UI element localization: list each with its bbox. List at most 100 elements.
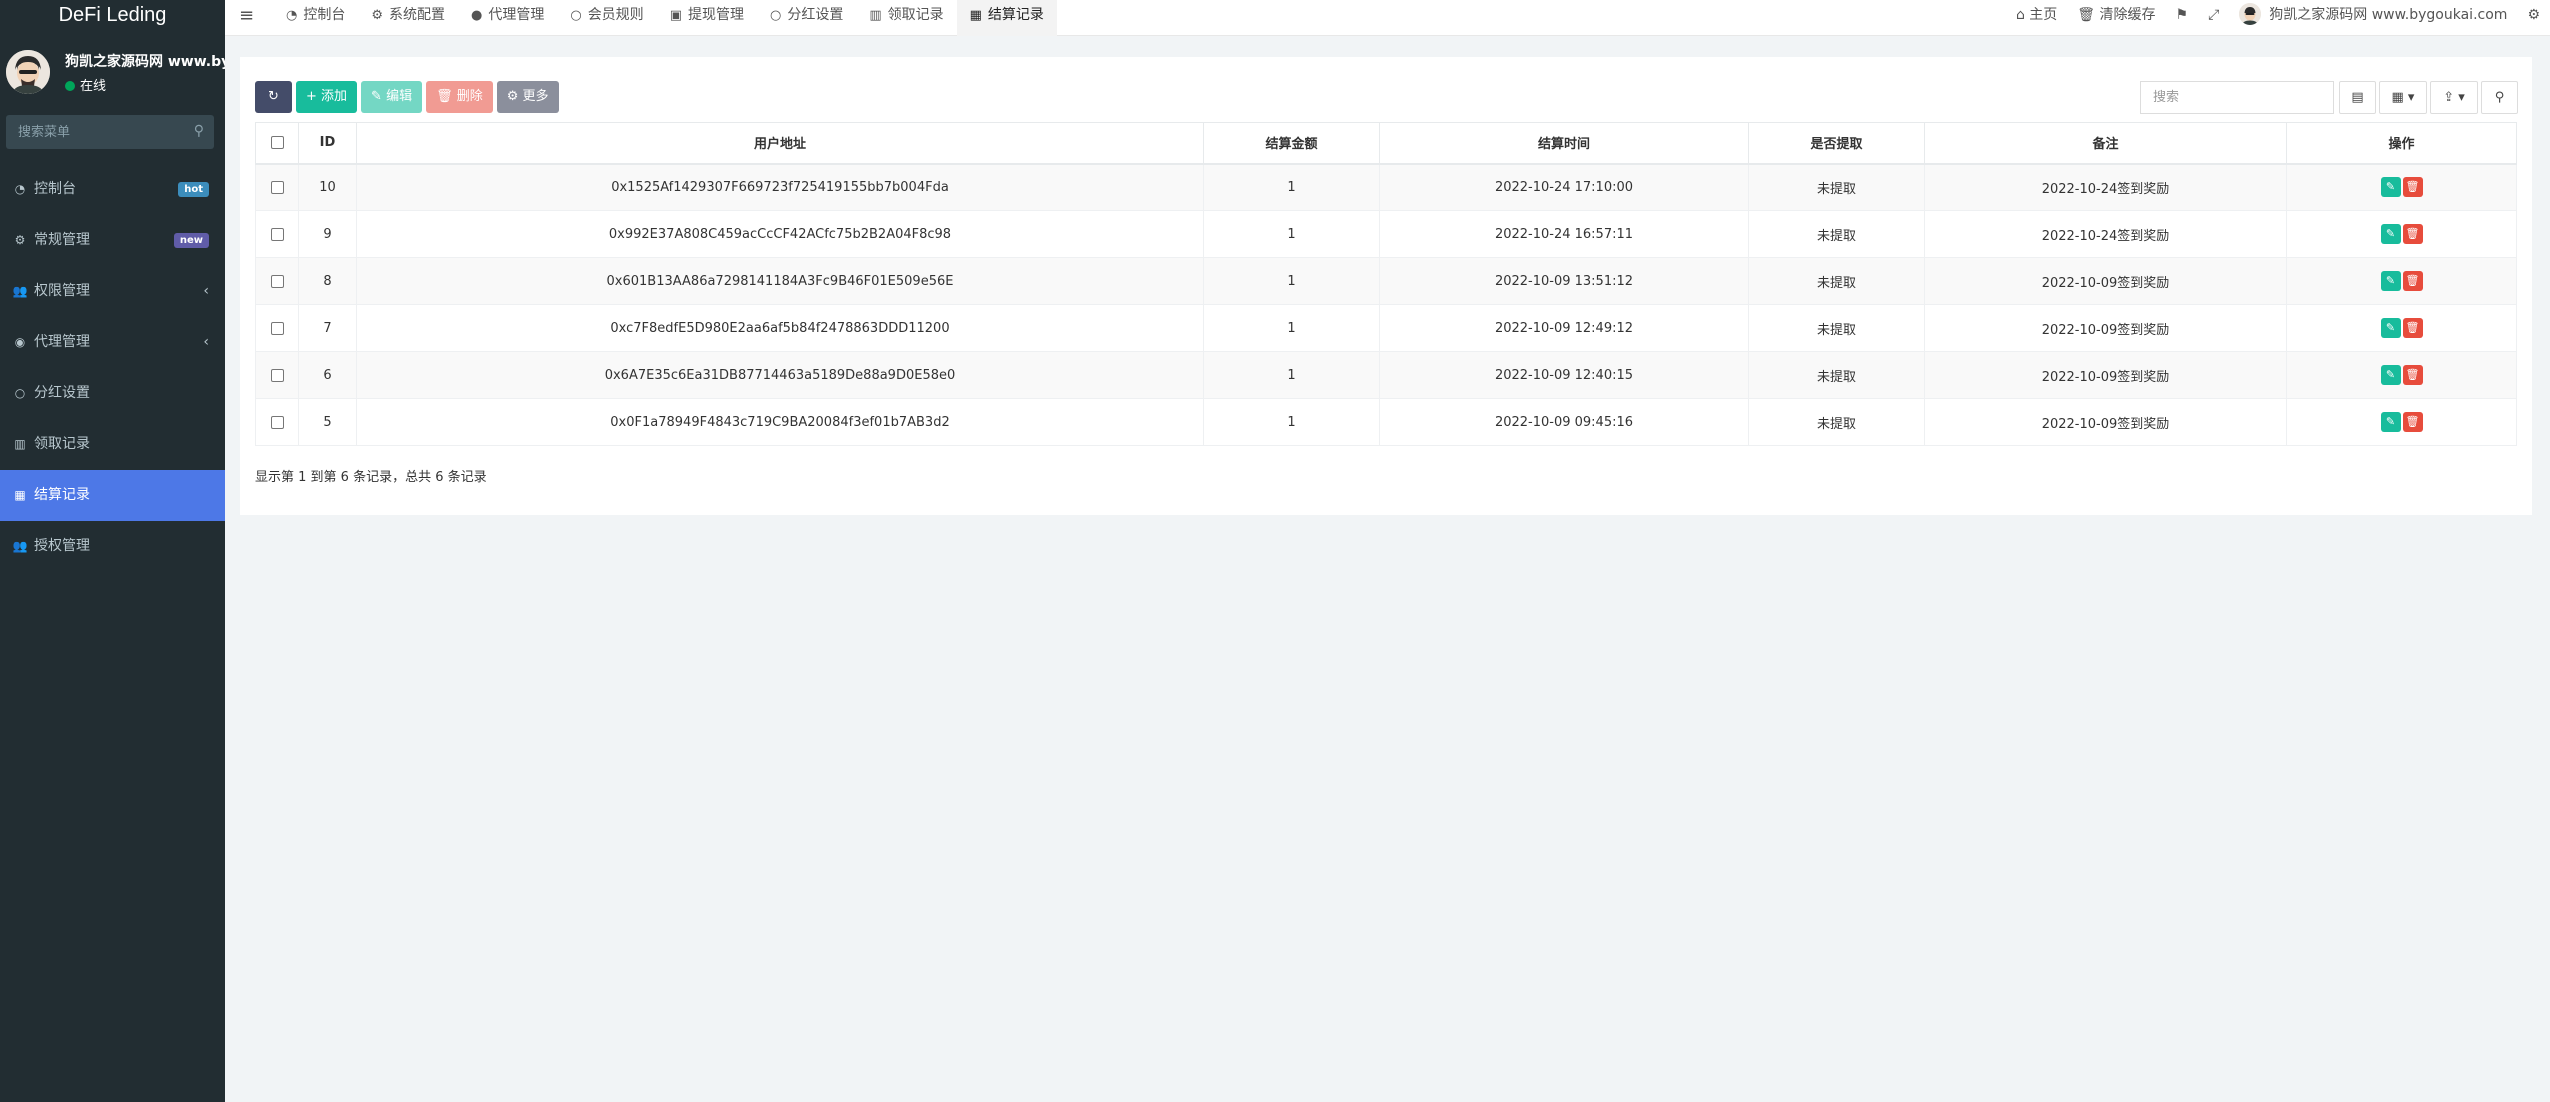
sidebar-item-claim-records[interactable]: ▥ 领取记录	[0, 419, 225, 470]
search-toggle-button[interactable]: ⚲	[2481, 81, 2518, 114]
home-link[interactable]: ⌂ 主页	[2006, 0, 2067, 36]
row-edit-button[interactable]: ✎	[2380, 318, 2401, 338]
cell-withdrawn: 未提取	[1748, 351, 1925, 399]
table-row[interactable]: 7 0xc7F8edfE5D980E2aa6af5b84f2478863DDD1…	[255, 304, 2517, 352]
select-all-checkbox[interactable]	[270, 136, 284, 150]
list-icon: ▤	[2351, 90, 2364, 105]
col-amount[interactable]: 结算金额	[1203, 122, 1380, 165]
more-button[interactable]: ⚙ 更多	[496, 81, 559, 113]
tab-label: 结算记录	[987, 7, 1044, 23]
sidebar-item-authorization[interactable]: 👥 授权管理	[0, 521, 225, 572]
nav-tabs: ◔ 控制台 ⚙ 系统配置 ● 代理管理 ○ 会员规则 ▣ 提现管理 ○ 分红设置 ▥ 领取记录…	[273, 0, 1057, 36]
cell-actions: ✎ 🗑	[2286, 163, 2517, 211]
row-edit-button[interactable]: ✎	[2380, 365, 2401, 385]
pagination-info: 显示第 1 到第 6 条记录，总共 6 条记录	[255, 470, 487, 485]
user-avatar-small	[2239, 3, 2262, 25]
clear-cache-button[interactable]: 🗑 清除缓存	[2067, 0, 2165, 36]
row-checkbox[interactable]	[270, 415, 284, 429]
tab-label: 领取记录	[887, 7, 944, 23]
edit-button[interactable]: ✎ 编辑	[361, 81, 423, 113]
pencil-icon: ✎	[371, 89, 387, 104]
cell-address: 0x6A7E35c6Ea31DB87714463a5189De88a9D0E58…	[356, 351, 1204, 399]
content-panel: ↻ + 添加 ✎ 编辑 🗑 删除 ⚙ 更多 ▤ ▦ ▾ ⇪ ▾ ⚲ ID 用户地…	[240, 57, 2532, 515]
cell-time: 2022-10-09 13:51:12	[1379, 257, 1749, 305]
row-select-cell	[255, 163, 299, 211]
cell-time: 2022-10-24 16:57:11	[1379, 210, 1749, 258]
col-time[interactable]: 结算时间	[1379, 122, 1749, 165]
row-edit-button[interactable]: ✎	[2380, 412, 2401, 432]
cell-address: 0x0F1a78949F4843c719C9BA20084f3ef01b7AB3…	[356, 398, 1204, 446]
table-row[interactable]: 5 0x0F1a78949F4843c719C9BA20084f3ef01b7A…	[255, 398, 2517, 446]
row-select-cell	[255, 351, 299, 399]
row-delete-button[interactable]: 🗑	[2402, 271, 2423, 291]
sidebar-item-label: 领取记录	[34, 436, 90, 452]
row-checkbox[interactable]	[270, 227, 284, 241]
row-checkbox[interactable]	[270, 274, 284, 288]
cell-note: 2022-10-24签到奖励	[1924, 210, 2287, 258]
row-edit-button[interactable]: ✎	[2380, 271, 2401, 291]
cell-amount: 1	[1203, 163, 1380, 211]
cell-address: 0xc7F8edfE5D980E2aa6af5b84f2478863DDD112…	[356, 304, 1204, 352]
select-all-cell	[255, 122, 299, 165]
table-search-input[interactable]	[2140, 81, 2334, 114]
sidebar-item-settlement-records[interactable]: ▦ 结算记录	[0, 470, 225, 521]
tab-settlement-records[interactable]: ▦ 结算记录	[956, 0, 1057, 36]
cell-note: 2022-10-24签到奖励	[1924, 163, 2287, 211]
sidebar-item-permissions[interactable]: 👥 权限管理 ‹	[0, 266, 225, 317]
col-address[interactable]: 用户地址	[356, 122, 1204, 165]
columns-button[interactable]: ▦ ▾	[2379, 81, 2427, 114]
col-note[interactable]: 备注	[1924, 122, 2287, 165]
row-checkbox[interactable]	[270, 180, 284, 194]
row-delete-button[interactable]: 🗑	[2402, 177, 2423, 198]
row-edit-button[interactable]: ✎	[2380, 224, 2401, 244]
search-icon[interactable]: ⚲	[194, 123, 204, 139]
row-delete-button[interactable]: 🗑	[2402, 224, 2423, 244]
table-row[interactable]: 6 0x6A7E35c6Ea31DB87714463a5189De88a9D0E…	[255, 351, 2517, 399]
cogs-icon: ⚙	[2527, 7, 2540, 23]
tab-label: 控制台	[303, 7, 346, 23]
sidebar-item-dashboard[interactable]: ◔ 控制台 hot	[0, 164, 225, 215]
delete-button[interactable]: 🗑 删除	[426, 81, 493, 113]
table-row[interactable]: 8 0x601B13AA86a7298141184A3Fc9B46F01E509…	[255, 257, 2517, 305]
sidebar-item-dividend[interactable]: ○ 分红设置	[0, 368, 225, 419]
table-row[interactable]: 10 0x1525Af1429307F669723f725419155bb7b0…	[255, 163, 2517, 211]
user-name: 狗凯之家源码网 www.bygoukai.com	[65, 54, 225, 70]
row-checkbox[interactable]	[270, 368, 284, 382]
toggle-view-button[interactable]: ▤	[2339, 81, 2376, 114]
row-delete-button[interactable]: 🗑	[2402, 318, 2423, 338]
row-checkbox[interactable]	[270, 321, 284, 335]
control-sidebar-button[interactable]: ⚙	[2517, 0, 2550, 36]
fullscreen-button[interactable]: ⤢	[2198, 0, 2229, 36]
table-icon: ▦	[14, 488, 26, 502]
col-id[interactable]: ID	[298, 122, 357, 165]
tab-agent-management[interactable]: ● 代理管理	[458, 0, 557, 36]
tab-claim-records[interactable]: ▥ 领取记录	[856, 0, 956, 36]
tab-member-rules[interactable]: ○ 会员规则	[557, 0, 656, 36]
add-label: 添加	[321, 89, 348, 104]
sidebar-search: ⚲	[6, 115, 214, 149]
cell-amount: 1	[1203, 304, 1380, 352]
row-delete-button[interactable]: 🗑	[2402, 412, 2423, 432]
export-button[interactable]: ⇪ ▾	[2430, 81, 2478, 114]
sidebar-item-general[interactable]: ⚙ 常规管理 new	[0, 215, 225, 266]
table-row[interactable]: 9 0x992E37A808C459acCcCF42ACfc75b2B2A04F…	[255, 210, 2517, 258]
language-button[interactable]: ⚑	[2166, 0, 2199, 36]
menu-bars-icon[interactable]: ≡	[239, 5, 254, 26]
col-withdrawn[interactable]: 是否提取	[1748, 122, 1925, 165]
user-menu[interactable]: 狗凯之家源码网 www.bygoukai.com	[2229, 0, 2517, 36]
brand-logo[interactable]: DeFi Leding	[0, 0, 225, 32]
tab-withdrawals[interactable]: ▣ 提现管理	[657, 0, 757, 36]
sidebar-item-agents[interactable]: ◉ 代理管理 ‹	[0, 317, 225, 368]
row-select-cell	[255, 210, 299, 258]
tab-dashboard[interactable]: ◔ 控制台	[273, 0, 358, 36]
tab-system-config[interactable]: ⚙ 系统配置	[358, 0, 458, 36]
row-edit-button[interactable]: ✎	[2380, 177, 2401, 198]
user-avatar[interactable]	[6, 50, 50, 94]
add-button[interactable]: + 添加	[296, 81, 358, 113]
row-delete-button[interactable]: 🗑	[2402, 365, 2423, 385]
refresh-button[interactable]: ↻	[255, 81, 292, 113]
cell-amount: 1	[1203, 210, 1380, 258]
sidebar-search-input[interactable]	[6, 115, 214, 149]
tab-dividend-settings[interactable]: ○ 分红设置	[757, 0, 856, 36]
bar-chart-icon: ▥	[14, 437, 26, 451]
